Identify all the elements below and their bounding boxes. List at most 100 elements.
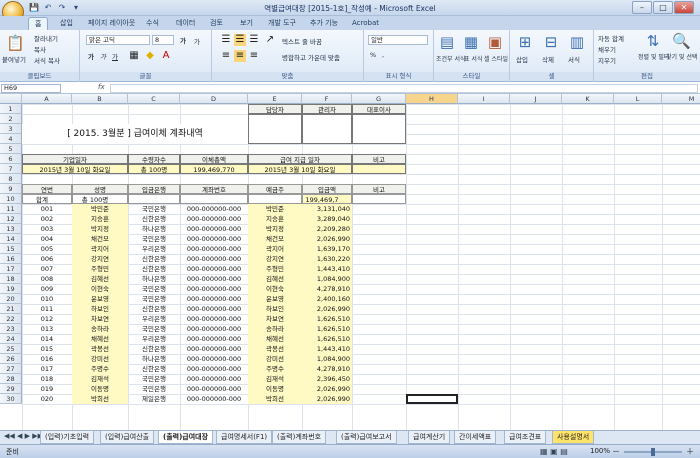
- record-cell[interactable]: 2,400,160: [302, 294, 352, 304]
- record-cell[interactable]: 010: [22, 294, 72, 304]
- record-cell[interactable]: 000-000000-000: [180, 374, 248, 384]
- record-cell[interactable]: 지승훈: [72, 214, 128, 224]
- font-color-icon[interactable]: A: [160, 50, 172, 62]
- minimize-button[interactable]: –: [632, 1, 652, 14]
- record-cell[interactable]: 곽지어: [248, 244, 302, 254]
- row-header-11[interactable]: 11: [0, 204, 22, 214]
- record-cell[interactable]: 000-000000-000: [180, 354, 248, 364]
- summary-value[interactable]: 총 100명: [128, 164, 180, 174]
- fill-button[interactable]: 채우기: [598, 44, 616, 54]
- record-cell[interactable]: 김재석: [72, 374, 128, 384]
- tab-addins[interactable]: 추가 기능: [304, 17, 344, 30]
- insert-cells-icon[interactable]: ⊞: [516, 33, 534, 51]
- record-cell[interactable]: 000-000000-000: [180, 234, 248, 244]
- zoom-slider-thumb[interactable]: [651, 448, 655, 456]
- record-cell[interactable]: 1,626,510: [302, 324, 352, 334]
- record-cell[interactable]: 박지정: [72, 224, 128, 234]
- record-cell[interactable]: 2,396,450: [302, 374, 352, 384]
- row-header-19[interactable]: 19: [0, 284, 22, 294]
- record-note-cell[interactable]: [352, 304, 406, 314]
- delete-cells-button[interactable]: 삭제: [542, 54, 554, 64]
- record-cell[interactable]: 강지연: [72, 254, 128, 264]
- sheet-tab[interactable]: (출력)급여보고서: [336, 431, 397, 444]
- record-cell[interactable]: 000-000000-000: [180, 264, 248, 274]
- column-header-i[interactable]: I: [458, 94, 510, 104]
- list-header[interactable]: 입금액: [302, 184, 352, 194]
- format-cells-button[interactable]: 서식: [568, 54, 580, 64]
- record-cell[interactable]: 016: [22, 354, 72, 364]
- record-cell[interactable]: 2,026,990: [302, 304, 352, 314]
- select-all-corner[interactable]: [0, 94, 22, 104]
- row-header-21[interactable]: 21: [0, 304, 22, 314]
- record-cell[interactable]: 4,278,910: [302, 284, 352, 294]
- record-note-cell[interactable]: [352, 204, 406, 214]
- record-note-cell[interactable]: [352, 274, 406, 284]
- approval-label[interactable]: 관리자: [302, 104, 352, 114]
- maximize-button[interactable]: □: [653, 1, 673, 14]
- column-header-d[interactable]: D: [180, 94, 248, 104]
- tab-developer[interactable]: 개발 도구: [262, 17, 302, 30]
- row-header-2[interactable]: 2: [0, 114, 22, 124]
- record-cell[interactable]: 1,639,170: [302, 244, 352, 254]
- tab-page-layout[interactable]: 페이지 레이아웃: [82, 17, 141, 30]
- summary-header[interactable]: 기업일자: [22, 154, 128, 164]
- record-cell[interactable]: 1,630,220: [302, 254, 352, 264]
- record-cell[interactable]: 강미선: [72, 354, 128, 364]
- format-painter-button[interactable]: 서식 복사: [34, 55, 60, 65]
- record-cell[interactable]: 하나은행: [128, 274, 180, 284]
- grow-font-button[interactable]: 가: [180, 35, 186, 45]
- sort-filter-button[interactable]: 정렬 및 필터: [638, 52, 669, 61]
- number-format-box[interactable]: 일반: [368, 35, 428, 45]
- record-cell[interactable]: 000-000000-000: [180, 344, 248, 354]
- wrap-text-button[interactable]: 텍스트 줄 바꿈: [282, 36, 322, 46]
- sheet-tab[interactable]: 간이세액표: [454, 431, 497, 444]
- record-note-cell[interactable]: [352, 384, 406, 394]
- approval-label[interactable]: 담당자: [248, 104, 302, 114]
- filter-cell[interactable]: 총 100명: [72, 194, 128, 204]
- align-left-icon[interactable]: ≡: [220, 50, 232, 62]
- font-name-box[interactable]: 맑은 고딕: [86, 35, 150, 45]
- record-note-cell[interactable]: [352, 344, 406, 354]
- record-note-cell[interactable]: [352, 374, 406, 384]
- filter-cell[interactable]: [180, 194, 248, 204]
- record-note-cell[interactable]: [352, 264, 406, 274]
- row-header-16[interactable]: 16: [0, 254, 22, 264]
- record-note-cell[interactable]: [352, 284, 406, 294]
- align-center-icon[interactable]: ≡: [234, 50, 246, 62]
- sheet-tab[interactable]: (입력)급여산출: [100, 431, 155, 444]
- row-header-3[interactable]: 3: [0, 124, 22, 134]
- row-header-1[interactable]: 1: [0, 104, 22, 114]
- column-header-c[interactable]: C: [128, 94, 180, 104]
- record-cell[interactable]: 017: [22, 364, 72, 374]
- row-header-29[interactable]: 29: [0, 384, 22, 394]
- record-cell[interactable]: 000-000000-000: [180, 384, 248, 394]
- tab-scroll-icon[interactable]: ◀◀ ◀ ▶ ▶▶: [4, 432, 43, 440]
- record-cell[interactable]: 김혜선: [248, 274, 302, 284]
- filter-cell[interactable]: [352, 194, 406, 204]
- record-cell[interactable]: 차보연: [248, 314, 302, 324]
- record-cell[interactable]: 1,626,510: [302, 314, 352, 324]
- record-cell[interactable]: 2,026,990: [302, 234, 352, 244]
- list-header[interactable]: 연번: [22, 184, 72, 194]
- tab-insert[interactable]: 삽입: [54, 17, 79, 30]
- record-cell[interactable]: 신한은행: [128, 264, 180, 274]
- cell-styles-icon[interactable]: ▣: [486, 33, 504, 51]
- record-cell[interactable]: 006: [22, 254, 72, 264]
- shrink-font-button[interactable]: 가: [194, 36, 200, 46]
- summary-value[interactable]: [352, 164, 406, 174]
- view-normal-icon[interactable]: ▦ ▣ ▤: [540, 447, 568, 456]
- row-header-13[interactable]: 13: [0, 224, 22, 234]
- record-cell[interactable]: 018: [22, 374, 72, 384]
- list-header[interactable]: 입금은행: [128, 184, 180, 194]
- row-header-9[interactable]: 9: [0, 184, 22, 194]
- cell-styles-button[interactable]: 셀 스타일: [484, 54, 508, 63]
- find-select-icon[interactable]: 🔍: [672, 32, 691, 50]
- record-cell[interactable]: 박희선: [248, 394, 302, 404]
- conditional-format-button[interactable]: 조건부 서식: [436, 54, 466, 63]
- record-cell[interactable]: 채혜선: [248, 334, 302, 344]
- format-cells-icon[interactable]: ▥: [568, 33, 586, 51]
- zoom-out-button[interactable]: －: [612, 446, 620, 457]
- row-header-5[interactable]: 5: [0, 144, 22, 154]
- record-note-cell[interactable]: [352, 394, 406, 404]
- align-bottom-icon[interactable]: ☰: [248, 34, 260, 46]
